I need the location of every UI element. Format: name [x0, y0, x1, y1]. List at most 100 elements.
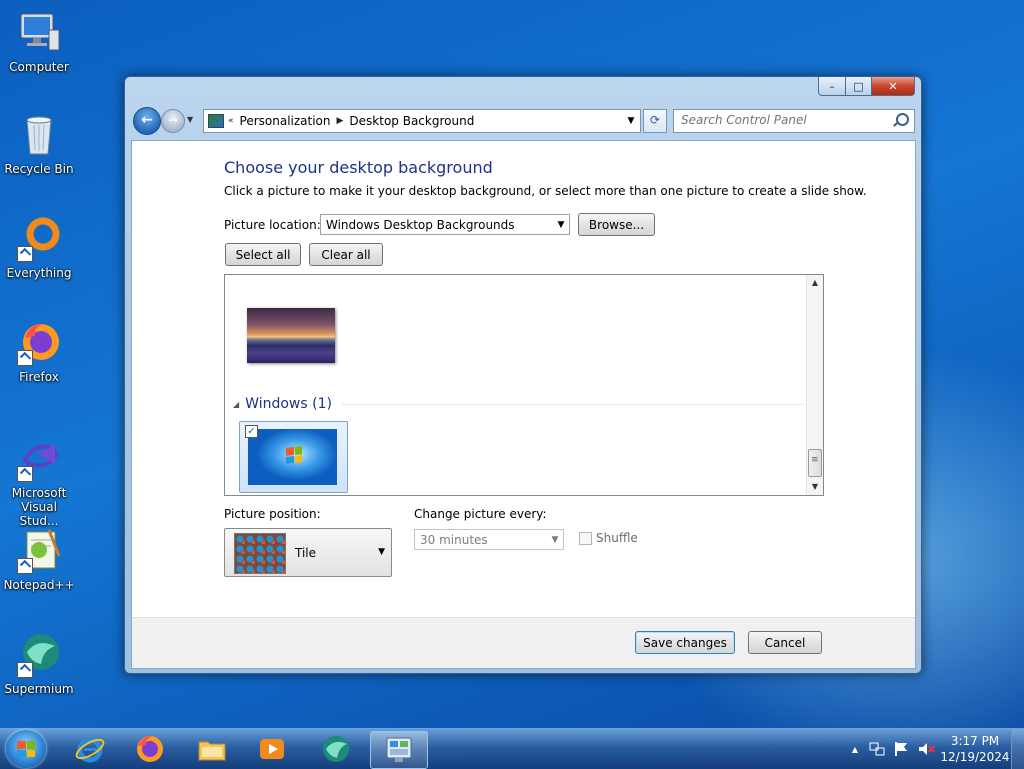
chevron-down-icon: ▼ [557, 219, 565, 230]
search-icon[interactable] [896, 113, 909, 126]
media-player-icon [260, 739, 284, 759]
gallery-group-header[interactable]: ◢ Windows (1) [233, 396, 803, 412]
breadcrumb-separator-icon[interactable]: ▶ [337, 116, 344, 126]
supermium-icon [323, 736, 349, 762]
shortcut-arrow-icon [17, 246, 33, 262]
wallpaper-thumbnail-lake-sunset[interactable] [247, 308, 335, 363]
page-description: Click a picture to make it your desktop … [224, 184, 867, 198]
wallpaper-checkbox[interactable]: ✓ [245, 425, 258, 438]
recent-pages-dropdown-icon[interactable]: ▼ [187, 115, 193, 124]
desktop-icon-label: Microsoft Visual Stud... [11, 486, 67, 528]
internet-explorer-icon [75, 737, 105, 763]
picture-position-dropdown[interactable]: Tile ▼ [224, 528, 392, 577]
scroll-down-arrow-icon[interactable]: ▼ [807, 479, 823, 495]
clock-time: 3:17 PM [950, 734, 1000, 748]
picture-position-label: Picture position: [224, 507, 321, 521]
address-dropdown-icon[interactable]: ▼ [622, 116, 640, 126]
breadcrumb-personalization[interactable]: Personalization [240, 114, 331, 128]
desktop-icon-visual-studio[interactable]: Microsoft Visual Stud... [2, 434, 76, 528]
change-picture-interval-dropdown[interactable]: 30 minutes ▼ [414, 529, 564, 550]
visual-studio-icon [15, 434, 63, 482]
shortcut-arrow-icon [17, 662, 33, 678]
close-button[interactable]: ✕ [872, 77, 915, 96]
taskbar-file-explorer[interactable] [184, 731, 240, 767]
shuffle-checkbox[interactable]: Shuffle [579, 531, 638, 545]
taskbar-supermium[interactable] [308, 731, 364, 767]
desktop-icon-label: Supermium [4, 682, 74, 696]
desktop-icon-label: Recycle Bin [4, 162, 74, 176]
gallery-scrollbar[interactable]: ▲ ▼ [806, 275, 823, 495]
back-button[interactable]: ← [133, 107, 161, 135]
show-desktop-button[interactable] [1011, 729, 1024, 769]
desktop-background-window: – □ ✕ ← → ▼ « Personalization ▶ Desktop … [124, 76, 922, 674]
taskbar-control-panel[interactable] [370, 731, 428, 769]
tile-preview-icon [234, 533, 286, 574]
page-title: Choose your desktop background [224, 158, 493, 177]
cancel-button[interactable]: Cancel [748, 631, 822, 654]
change-picture-interval-value: 30 minutes [420, 532, 488, 547]
minimize-button[interactable]: – [818, 77, 846, 96]
supermium-icon [15, 630, 63, 678]
desktop-icon-computer[interactable]: Computer [2, 8, 76, 74]
shuffle-checkbox-box[interactable] [579, 531, 592, 545]
picture-location-value: Windows Desktop Backgrounds [326, 217, 515, 232]
scrollbar-thumb[interactable] [808, 449, 822, 477]
wallpaper-thumbnail-windows [248, 429, 337, 485]
taskbar-firefox[interactable] [122, 731, 178, 767]
control-panel-icon [386, 737, 412, 762]
scroll-up-arrow-icon[interactable]: ▲ [807, 275, 823, 291]
notification-area: ▲ 3:17 PM 12/19/2024 [845, 729, 1024, 769]
network-icon[interactable] [868, 740, 886, 758]
address-bar[interactable]: « Personalization ▶ Desktop Background ▼ [203, 109, 641, 133]
picture-location-label: Picture location: [224, 218, 321, 232]
windows-logo-icon [17, 741, 35, 757]
shortcut-arrow-icon [17, 350, 33, 366]
desktop-icon-firefox[interactable]: Firefox [2, 318, 76, 384]
refresh-button[interactable]: ⟳ [643, 109, 667, 133]
search-input[interactable] [674, 110, 891, 130]
browse-button[interactable]: Browse... [578, 213, 655, 236]
desktop-icon-label: Notepad++ [3, 578, 75, 592]
desktop-icon-recycle-bin[interactable]: Recycle Bin [2, 110, 76, 176]
shortcut-arrow-icon [17, 466, 33, 482]
maximize-button[interactable]: □ [846, 77, 872, 96]
taskbar-media-player[interactable] [244, 731, 300, 767]
control-panel-icon [208, 114, 224, 128]
wallpaper-tile-windows-selected[interactable]: ✓ [239, 421, 348, 493]
system-clock[interactable]: 3:17 PM 12/19/2024 [939, 733, 1011, 765]
recycle-bin-icon [15, 110, 63, 158]
desktop-icon-everything[interactable]: Everything [2, 214, 76, 280]
group-divider [341, 403, 803, 405]
file-explorer-icon [198, 741, 226, 761]
dialog-footer: Save changes Cancel [132, 617, 915, 668]
search-box [673, 109, 915, 133]
taskbar-internet-explorer[interactable] [62, 731, 118, 767]
action-center-flag-icon[interactable] [892, 740, 910, 758]
desktop-icon-supermium[interactable]: Supermium [2, 630, 76, 696]
clear-all-button[interactable]: Clear all [309, 243, 383, 266]
desktop-icon-notepad-plus-plus[interactable]: Notepad++ [2, 526, 76, 592]
wallpaper-gallery: ◢ Windows (1) ✓ ▲ ▼ [224, 274, 824, 496]
breadcrumb-overflow[interactable]: « [228, 116, 234, 126]
content-pane: Choose your desktop background Click a p… [131, 140, 916, 669]
breadcrumb-desktop-background[interactable]: Desktop Background [349, 114, 474, 128]
volume-muted-icon[interactable] [917, 740, 935, 758]
window-controls: – □ ✕ [818, 77, 915, 96]
select-all-button[interactable]: Select all [225, 243, 301, 266]
gallery-group-title: Windows (1) [245, 396, 332, 412]
show-hidden-icons-icon[interactable]: ▲ [845, 745, 865, 754]
collapse-triangle-icon[interactable]: ◢ [233, 400, 239, 409]
start-button[interactable] [6, 730, 46, 768]
firefox-icon [15, 318, 63, 366]
firefox-icon [137, 736, 163, 762]
desktop-icon-label: Computer [9, 60, 69, 74]
picture-location-dropdown[interactable]: Windows Desktop Backgrounds ▼ [320, 214, 570, 235]
shortcut-arrow-icon [17, 558, 33, 574]
navigation-bar: ← → ▼ « Personalization ▶ Desktop Backgr… [133, 106, 915, 135]
picture-position-value: Tile [295, 546, 317, 560]
chevron-down-icon: ▼ [551, 534, 559, 545]
save-changes-button[interactable]: Save changes [635, 631, 735, 654]
computer-icon [15, 8, 63, 56]
forward-button[interactable]: → [161, 109, 185, 133]
taskbar: ▲ 3:17 PM 12/19/2024 [0, 728, 1024, 769]
